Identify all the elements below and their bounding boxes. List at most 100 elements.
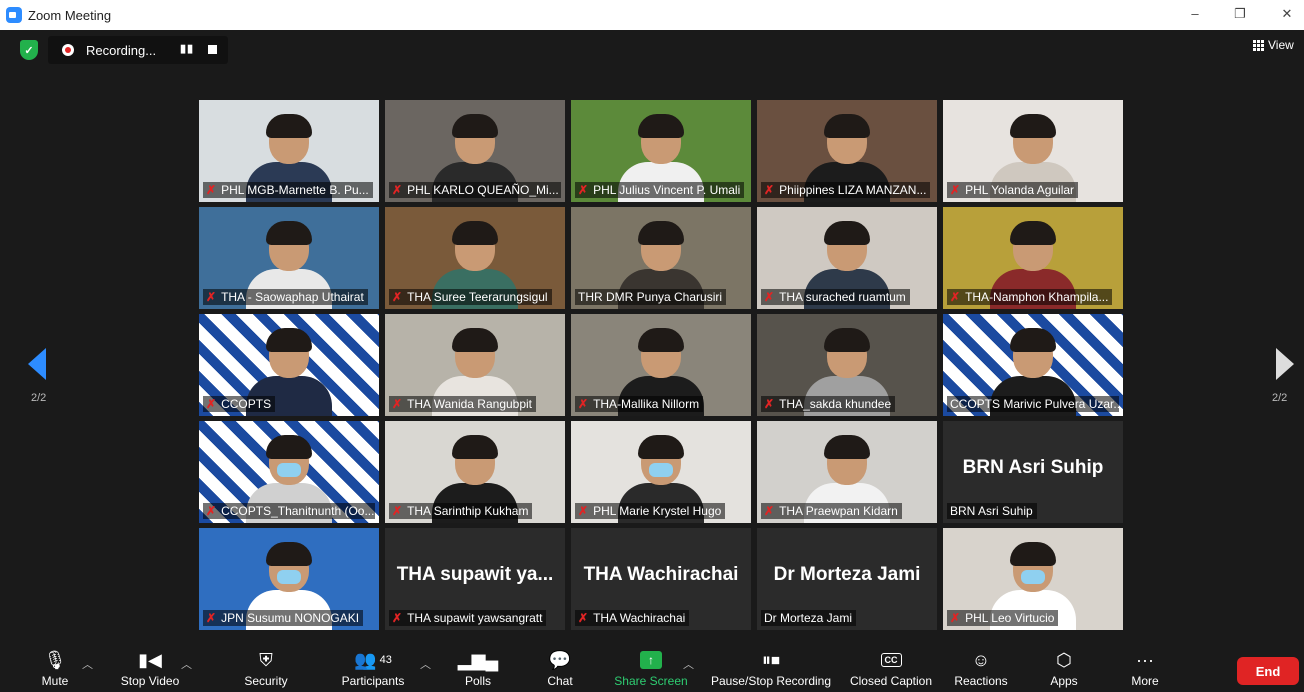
security-label: Security [244,674,288,688]
participant-tile[interactable]: ✗ THA-Namphon Khampila... [943,207,1123,309]
pause-stop-recording-button[interactable]: ⏸⏹ Pause/Stop Recording [708,646,834,692]
participant-tile[interactable]: ✗ THA Praewpan Kidarn [757,421,937,523]
muted-microphone-icon: ✗ [392,397,403,411]
participant-display-name: BRN Asri Suhip [962,457,1104,478]
mute-label: Mute [41,674,69,688]
participant-tile[interactable]: THR DMR Punya Charusiri [571,207,751,309]
participant-name-tag: ✗ PHL Yolanda Aguilar [947,182,1079,198]
participant-tile[interactable]: ✗ PHL KARLO QUEAÑO_Mi... [385,100,565,202]
stop-recording-icon[interactable] [208,45,217,54]
participant-name: THA surached ruamtum [779,290,906,304]
participant-tile[interactable]: THA Wachirachai ✗ THA Wachirachai [571,528,751,630]
participant-tile[interactable]: ✗ THA_sakda khundee [757,314,937,416]
polls-button[interactable]: ▂▆▄ Polls [458,646,498,692]
closed-caption-button[interactable]: CC Closed Caption [847,646,935,692]
mute-button[interactable]: 🎙 Mute [35,646,75,692]
participant-video [990,328,1076,416]
minimize-button[interactable]: – [1185,6,1205,21]
participant-tile[interactable]: ✗ CCOPTS_Thanitnunth (Oo... [199,421,379,523]
muted-microphone-icon: ✗ [764,397,775,411]
participants-icon: 👥 [354,649,377,670]
participant-name-tag: ✗ THA-Mallika Nillorm [575,396,704,412]
participant-name: CCOPTS_Thanitnunth (Oo... [221,504,375,518]
polls-chart-icon: ▂▆▄ [457,649,499,670]
participant-tile[interactable]: BRN Asri Suhip BRN Asri Suhip [943,421,1123,523]
muted-microphone-icon: ✗ [206,183,217,197]
participants-options-caret-icon[interactable]: ︿ [420,656,431,672]
title-bar: Zoom Meeting – ❐ ✕ [0,0,1304,30]
participant-video [990,221,1076,309]
reactions-label: Reactions [954,674,1008,688]
end-meeting-button[interactable]: End [1237,657,1299,685]
participant-tile[interactable]: ✗ THA-Mallika Nillorm [571,314,751,416]
participant-tile[interactable]: ✗ JPN Susumu NONOGAKI [199,528,379,630]
participant-tile[interactable]: CCOPTS Marivic Pulvera Uzar... [943,314,1123,416]
participant-tile[interactable]: Dr Morteza Jami Dr Morteza Jami [757,528,937,630]
participant-name: THR DMR Punya Charusiri [578,290,723,304]
audio-options-caret-icon[interactable]: ︿ [82,656,93,672]
stop-video-button[interactable]: ▮◀ Stop Video [115,646,185,692]
participant-name-tag: ✗ THA Suree Teerarungsigul [389,289,552,305]
page-indicator-left: 2/2 [31,392,47,404]
more-button[interactable]: ··· More [1128,646,1162,692]
participant-video [618,114,704,202]
muted-microphone-icon: ✗ [950,183,961,197]
participant-name-tag: ✗ PHL Julius Vincent P. Umali [575,182,745,198]
participant-tile[interactable]: ✗ THA Sarinthip Kukham [385,421,565,523]
closed-caption-icon: CC [880,653,902,667]
shield-icon: ⛨ [259,649,273,670]
security-button[interactable]: ⛨ Security [238,646,294,692]
participant-name-tag: ✗ CCOPTS_Thanitnunth (Oo... [203,503,375,519]
participant-name: PHL Leo Virtucio [965,611,1055,625]
video-options-caret-icon[interactable]: ︿ [181,656,192,672]
participant-tile[interactable]: ✗ PHL Leo Virtucio [943,528,1123,630]
participants-button[interactable]: 👥 43 Participants [338,646,408,692]
closed-caption-label: Closed Caption [849,674,933,688]
reactions-button[interactable]: ☺ Reactions [952,646,1010,692]
participant-tile[interactable]: THA supawit ya... ✗ THA supawit yawsangrat… [385,528,565,630]
microphone-icon: 🎙 [43,649,67,670]
participant-name-tag: ✗ THA - Saowaphap Uthairat [203,289,368,305]
participants-label: Participants [341,674,405,688]
participant-name: BRN Asri Suhip [950,504,1033,518]
participant-video [990,542,1076,630]
participant-tile[interactable]: ✗ THA - Saowaphap Uthairat [199,207,379,309]
muted-microphone-icon: ✗ [206,397,217,411]
muted-microphone-icon: ✗ [392,183,403,197]
chat-button[interactable]: 💬 Chat [540,646,580,692]
participant-tile[interactable]: ✗ THA surached ruamtum [757,207,937,309]
share-options-caret-icon[interactable]: ︿ [683,656,694,672]
participant-name-tag: CCOPTS Marivic Pulvera Uzar... [947,396,1119,412]
participant-name-tag: ✗ THA Wachirachai [575,610,690,626]
participant-video [246,435,332,523]
participant-tile[interactable]: ✗ THA Wanida Rangubpit [385,314,565,416]
participant-tile[interactable]: ✗ PHL Yolanda Aguilar [943,100,1123,202]
participant-tile[interactable]: ✗ PHL MGB-Marnette B. Pu... [199,100,379,202]
share-screen-button[interactable]: ↑ Share Screen [612,646,690,692]
polls-label: Polls [464,674,491,688]
participant-name-tag: ✗ PHL MGB-Marnette B. Pu... [203,182,373,198]
participant-name-tag: ✗ PHL KARLO QUEAÑO_Mi... [389,182,561,198]
participant-tile[interactable]: ✗ PHL Julius Vincent P. Umali [571,100,751,202]
apps-label: Apps [1050,674,1078,688]
muted-microphone-icon: ✗ [578,504,589,518]
security-shield-icon[interactable]: ✓ [20,40,38,60]
apps-button[interactable]: ⬡ Apps [1046,646,1082,692]
participant-tile[interactable]: ✗ CCOPTS [199,314,379,416]
previous-page-arrow-icon[interactable] [28,348,46,380]
participant-video [432,114,518,202]
participant-tile[interactable]: ✗ THA Suree Teerarungsigul [385,207,565,309]
next-page-arrow-icon[interactable] [1276,348,1294,380]
cc-icon-wrap: CC [847,646,935,674]
participant-name: THA_sakda khundee [779,397,892,411]
pause-recording-icon[interactable]: ▮▮ [180,42,194,55]
participant-name-tag: ✗ THA Praewpan Kidarn [761,503,902,519]
view-button[interactable]: View [1253,38,1294,52]
participant-tile[interactable]: ✗ PHL Marie Krystel Hugo [571,421,751,523]
participant-name: THA Praewpan Kidarn [779,504,898,518]
close-button[interactable]: ✕ [1277,6,1297,22]
participant-tile[interactable]: ✗ Phiippines LIZA MANZAN... [757,100,937,202]
participant-video [804,221,890,309]
restore-button[interactable]: ❐ [1230,6,1250,22]
participant-display-name: Dr Morteza Jami [773,564,921,585]
